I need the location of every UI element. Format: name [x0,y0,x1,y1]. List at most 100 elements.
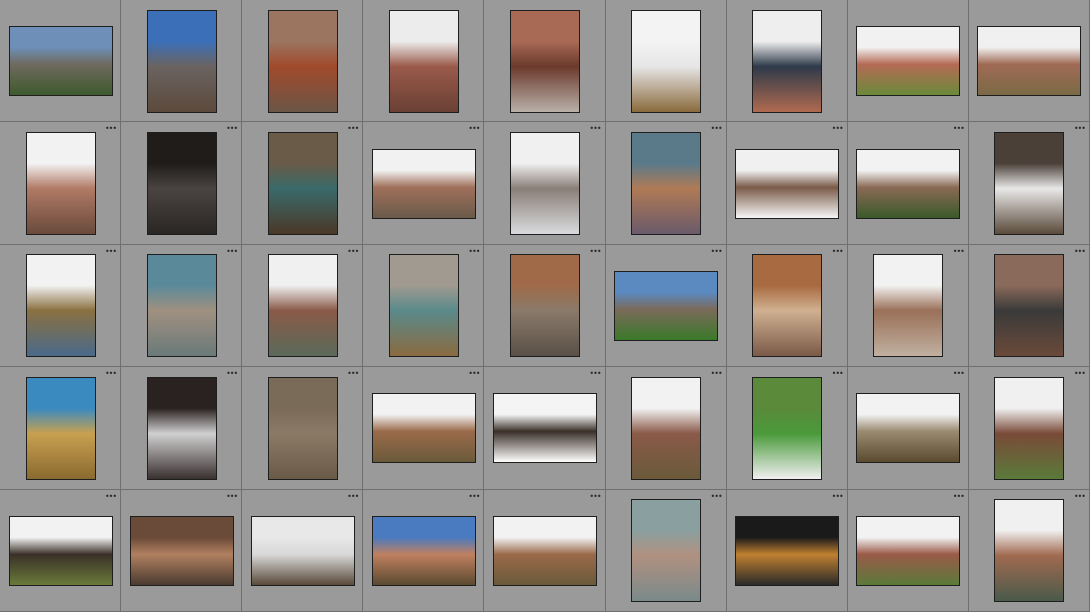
grid-cell[interactable]: ••• [484,244,606,368]
grid-cell[interactable]: ••• [847,489,969,612]
more-dots-icon[interactable]: ••• [589,247,601,256]
more-dots-icon[interactable]: ••• [953,370,965,378]
photo-thumbnail[interactable] [25,132,96,236]
photo-thumbnail[interactable] [129,515,234,586]
more-dots-icon[interactable]: ••• [953,247,965,256]
photo-thumbnail[interactable] [977,26,1082,97]
photo-thumbnail[interactable] [388,254,459,358]
grid-cell[interactable]: ••• [726,122,848,245]
more-dots-icon[interactable]: ••• [226,370,238,378]
grid-cell[interactable] [605,0,727,123]
photo-thumbnail[interactable] [735,515,840,586]
photo-thumbnail[interactable] [752,254,823,358]
grid-cell[interactable]: ••• [0,122,122,245]
grid-cell[interactable]: ••• [847,244,969,368]
photo-thumbnail[interactable] [631,132,702,236]
more-dots-icon[interactable]: ••• [468,125,480,133]
photo-thumbnail[interactable] [994,499,1065,603]
grid-cell[interactable]: ••• [847,367,969,490]
more-dots-icon[interactable]: ••• [832,492,844,501]
more-dots-icon[interactable]: ••• [832,247,844,256]
grid-cell[interactable]: ••• [484,489,606,612]
grid-cell[interactable]: ••• [847,122,969,245]
photo-thumbnail[interactable] [388,9,459,113]
grid-cell[interactable]: ••• [726,489,848,612]
grid-cell[interactable]: ••• [363,367,485,490]
photo-thumbnail[interactable] [631,499,702,603]
photo-thumbnail[interactable] [25,254,96,358]
grid-cell[interactable]: ••• [242,244,364,368]
photo-thumbnail[interactable] [492,393,597,464]
more-dots-icon[interactable]: ••• [589,370,601,378]
more-dots-icon[interactable]: ••• [105,370,117,378]
photo-thumbnail[interactable] [146,132,217,236]
grid-cell[interactable]: ••• [484,367,606,490]
grid-cell[interactable]: ••• [121,489,243,612]
photo-thumbnail[interactable] [267,376,338,480]
photo-thumbnail[interactable] [509,9,580,113]
photo-thumbnail[interactable] [994,254,1065,358]
grid-cell[interactable] [0,0,122,123]
more-dots-icon[interactable]: ••• [226,125,238,133]
more-dots-icon[interactable]: ••• [711,370,723,378]
photo-thumbnail[interactable] [25,376,96,480]
photo-thumbnail[interactable] [371,148,476,219]
more-dots-icon[interactable]: ••• [226,492,238,501]
grid-cell[interactable]: ••• [242,367,364,490]
more-dots-icon[interactable]: ••• [105,492,117,501]
photo-thumbnail[interactable] [994,132,1065,236]
photo-thumbnail[interactable] [752,376,823,480]
grid-cell[interactable]: ••• [968,489,1090,612]
grid-cell[interactable]: ••• [121,122,243,245]
photo-thumbnail[interactable] [614,270,719,341]
more-dots-icon[interactable]: ••• [589,492,601,501]
more-dots-icon[interactable]: ••• [347,125,359,133]
photo-thumbnail[interactable] [371,515,476,586]
photo-thumbnail[interactable] [371,393,476,464]
more-dots-icon[interactable]: ••• [1074,370,1086,378]
more-dots-icon[interactable]: ••• [1074,247,1086,256]
grid-cell[interactable] [484,0,606,123]
grid-cell[interactable]: ••• [605,122,727,245]
grid-cell[interactable] [363,0,485,123]
photo-thumbnail[interactable] [146,254,217,358]
photo-thumbnail[interactable] [856,515,961,586]
more-dots-icon[interactable]: ••• [105,247,117,256]
grid-cell[interactable] [242,0,364,123]
grid-cell[interactable]: ••• [363,244,485,368]
photo-thumbnail[interactable] [146,9,217,113]
grid-cell[interactable]: ••• [726,244,848,368]
photo-thumbnail[interactable] [856,393,961,464]
more-dots-icon[interactable]: ••• [468,370,480,378]
more-dots-icon[interactable]: ••• [1074,125,1086,133]
photo-thumbnail[interactable] [267,254,338,358]
grid-cell[interactable] [847,0,969,123]
grid-cell[interactable] [121,0,243,123]
photo-thumbnail[interactable] [631,376,702,480]
grid-cell[interactable] [968,0,1090,123]
photo-thumbnail[interactable] [8,26,113,97]
more-dots-icon[interactable]: ••• [953,492,965,501]
grid-cell[interactable]: ••• [0,244,122,368]
grid-cell[interactable]: ••• [968,122,1090,245]
grid-cell[interactable]: ••• [121,367,243,490]
more-dots-icon[interactable]: ••• [832,370,844,378]
more-dots-icon[interactable]: ••• [347,370,359,378]
photo-thumbnail[interactable] [873,254,944,358]
photo-thumbnail[interactable] [8,515,113,586]
grid-cell[interactable]: ••• [242,489,364,612]
photo-thumbnail[interactable] [856,148,961,219]
more-dots-icon[interactable]: ••• [589,125,601,133]
photo-thumbnail[interactable] [856,26,961,97]
grid-cell[interactable]: ••• [242,122,364,245]
photo-thumbnail[interactable] [146,376,217,480]
photo-thumbnail[interactable] [752,9,823,113]
more-dots-icon[interactable]: ••• [347,247,359,256]
grid-cell[interactable]: ••• [484,122,606,245]
photo-thumbnail[interactable] [267,9,338,113]
grid-cell[interactable]: ••• [121,244,243,368]
grid-cell[interactable] [726,0,848,123]
photo-thumbnail[interactable] [994,376,1065,480]
grid-cell[interactable]: ••• [726,367,848,490]
photo-thumbnail[interactable] [250,515,355,586]
